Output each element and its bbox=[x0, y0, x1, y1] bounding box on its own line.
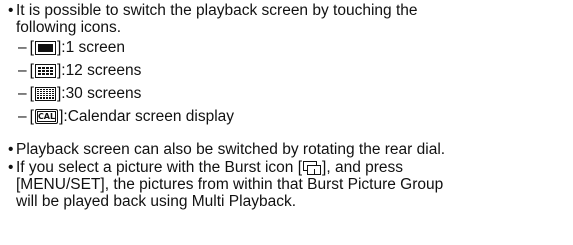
option-dash: – bbox=[18, 85, 27, 102]
single-screen-icon bbox=[34, 40, 56, 55]
bracket-open: [ bbox=[29, 85, 34, 102]
bullet-dot: • bbox=[8, 2, 14, 19]
bracket-open: [ bbox=[29, 108, 34, 125]
intro-bullet: • It is possible to switch the playback … bbox=[8, 2, 568, 36]
dial-note-text: Playback screen can also be switched by … bbox=[16, 141, 446, 158]
bullet-dot: • bbox=[8, 159, 14, 176]
option-dash: – bbox=[18, 108, 27, 125]
option-1-screen: – [ ]: 1 screen bbox=[18, 39, 125, 56]
option-dash: – bbox=[18, 39, 27, 56]
bracket-close: ]: bbox=[56, 39, 66, 56]
burst-icon bbox=[303, 161, 322, 176]
burst-note-bullet: • If you select a picture with the Burst… bbox=[8, 159, 568, 210]
option-calendar: – [ CAL ]: Calendar screen display bbox=[18, 108, 234, 125]
bracket-close: ]: bbox=[56, 62, 66, 79]
bracket-open: [ bbox=[29, 62, 34, 79]
option-label: 30 screens bbox=[65, 85, 142, 102]
intro-line-2: following icons. bbox=[16, 19, 122, 36]
12-screens-icon bbox=[34, 63, 56, 78]
bracket-close: ]: bbox=[59, 108, 68, 125]
bracket-close: ]: bbox=[56, 85, 66, 102]
bullet-dot: • bbox=[8, 141, 14, 158]
option-label: 1 screen bbox=[65, 39, 126, 56]
option-dash: – bbox=[18, 62, 27, 79]
dial-note-bullet: • Playback screen can also be switched b… bbox=[8, 141, 568, 158]
30-screens-icon bbox=[34, 86, 56, 101]
calendar-icon: CAL bbox=[34, 109, 59, 124]
burst-note-line-1: If you select a picture with the Burst i… bbox=[16, 159, 404, 176]
option-label: 12 screens bbox=[65, 62, 142, 79]
intro-line-1: It is possible to switch the playback sc… bbox=[16, 2, 418, 19]
option-label: Calendar screen display bbox=[67, 108, 235, 125]
bracket-open: [ bbox=[29, 39, 34, 56]
option-12-screens: – [ ]: 12 screens bbox=[18, 62, 141, 79]
burst-note-line-3: will be played back using Multi Playback… bbox=[16, 193, 296, 210]
manual-page: • It is possible to switch the playback … bbox=[0, 0, 573, 245]
option-30-screens: – [ ]: 30 screens bbox=[18, 85, 141, 102]
burst-note-line-2: [MENU/SET], the pictures from within tha… bbox=[16, 176, 444, 193]
